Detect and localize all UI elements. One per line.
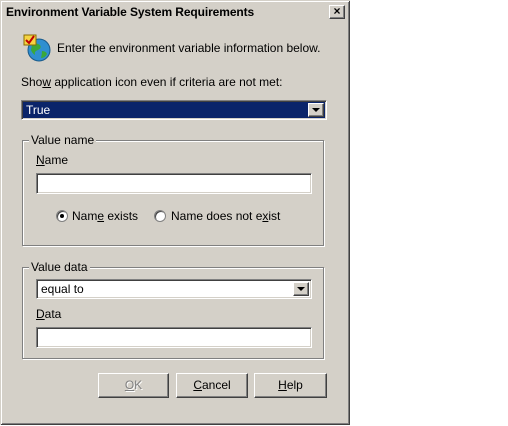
name-not-exist-radio[interactable] bbox=[154, 210, 166, 222]
data-label: Data bbox=[36, 307, 62, 321]
show-icon-label: Show application icon even if criteria a… bbox=[21, 75, 283, 89]
show-icon-selected-value: True bbox=[26, 103, 51, 117]
operator-dropdown[interactable]: equal to bbox=[36, 279, 312, 299]
environment-globe-icon bbox=[23, 34, 51, 62]
ok-button[interactable]: OK bbox=[98, 373, 169, 398]
show-icon-dropdown[interactable]: True bbox=[21, 100, 327, 120]
close-button[interactable]: × bbox=[329, 5, 345, 19]
cancel-button[interactable]: Cancel bbox=[176, 373, 248, 398]
name-label: Name bbox=[36, 153, 69, 167]
close-icon: × bbox=[333, 4, 341, 18]
value-data-group-title: Value data bbox=[29, 260, 90, 274]
name-exists-radio[interactable] bbox=[56, 210, 68, 222]
name-input[interactable] bbox=[36, 173, 312, 194]
help-button[interactable]: Help bbox=[254, 373, 327, 398]
title-bar[interactable]: Environment Variable System Requirements… bbox=[3, 3, 348, 22]
name-exists-label[interactable]: Name exists bbox=[72, 209, 138, 223]
value-name-group-title: Value name bbox=[29, 133, 97, 147]
window-title: Environment Variable System Requirements bbox=[6, 5, 255, 19]
chevron-down-icon[interactable] bbox=[293, 282, 309, 296]
chevron-down-icon[interactable] bbox=[308, 103, 324, 117]
operator-selected-value: equal to bbox=[41, 282, 84, 296]
data-input[interactable] bbox=[36, 327, 312, 348]
intro-text: Enter the environment variable informati… bbox=[57, 41, 321, 55]
dialog-window: Environment Variable System Requirements… bbox=[0, 0, 350, 425]
name-not-exist-label[interactable]: Name does not exist bbox=[171, 209, 280, 223]
